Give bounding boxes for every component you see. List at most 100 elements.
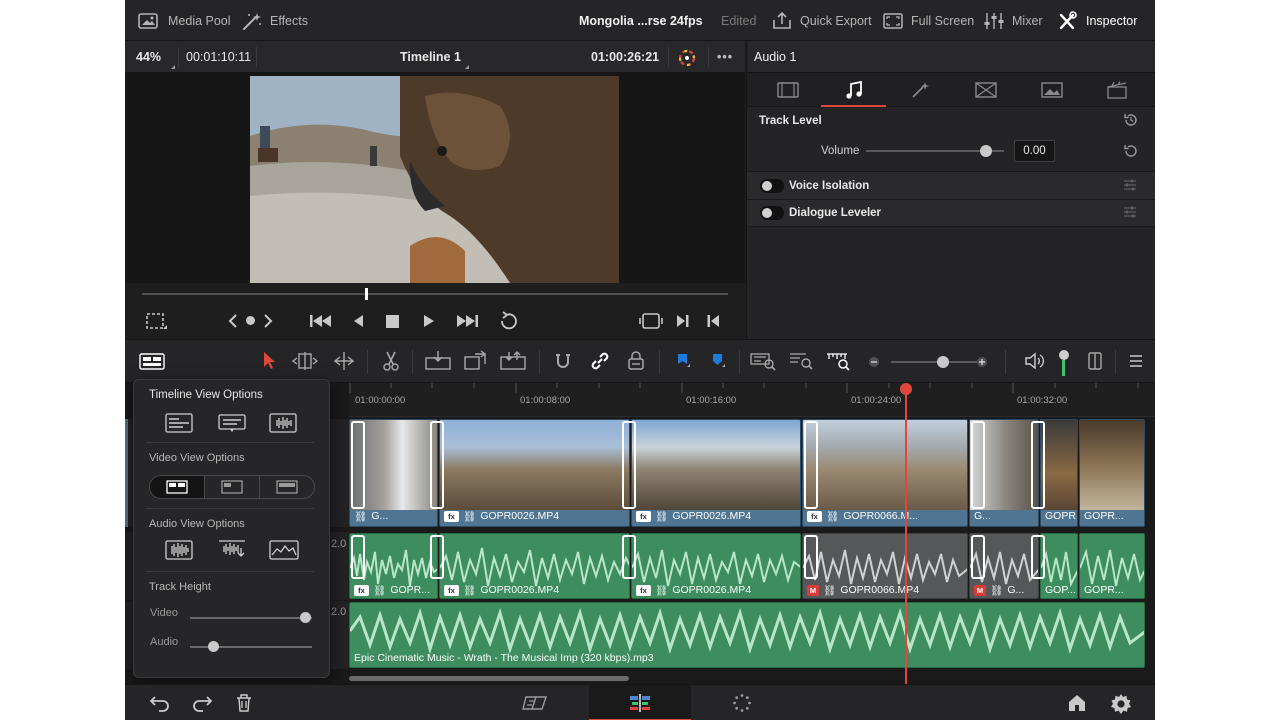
audio-clip[interactable]: GOPR...	[1079, 533, 1145, 599]
video-view-simple-option[interactable]	[260, 476, 314, 498]
audio-waveform-bottom-icon[interactable]	[217, 538, 247, 560]
zoom-level[interactable]: 44%	[136, 41, 161, 73]
file-tab[interactable]	[1085, 73, 1150, 107]
zoom-custom-icon[interactable]	[825, 350, 853, 372]
snapping-icon[interactable]	[553, 350, 573, 372]
settings-sliders-icon[interactable]	[1123, 178, 1137, 192]
transition-tab[interactable]	[953, 73, 1018, 107]
settings-sliders-icon[interactable]	[1123, 205, 1137, 219]
trim-icon[interactable]	[291, 350, 319, 372]
previous-edit-icon[interactable]	[705, 312, 721, 330]
effects-button[interactable]: Effects	[241, 0, 308, 41]
audio-clip[interactable]: fx ⛓ GOPR0026.MP4	[631, 533, 801, 599]
previous-frame-icon[interactable]	[226, 312, 240, 330]
stacked-timelines-icon[interactable]	[165, 413, 193, 433]
timeline-zoom-knob[interactable]	[936, 356, 949, 368]
marker-icon[interactable]	[710, 350, 726, 372]
next-frame-icon[interactable]	[261, 312, 275, 330]
insert-clip-icon[interactable]	[424, 350, 452, 372]
color-wheel-icon[interactable]	[677, 48, 697, 68]
speaker-icon[interactable]	[1024, 350, 1044, 372]
trim-handle[interactable]	[804, 421, 818, 509]
timeline-view-options-icon[interactable]	[139, 352, 165, 372]
cut-page-icon[interactable]	[522, 693, 550, 713]
trim-handle[interactable]	[351, 535, 365, 579]
trim-handle[interactable]	[351, 421, 365, 509]
video-clip[interactable]: fx ⛓ GOPR0066.M...	[802, 419, 968, 527]
audio-clip[interactable]: fx ⛓ GOPR0026.MP4	[439, 533, 630, 599]
media-pool-button[interactable]: Media Pool	[137, 0, 231, 41]
quick-export-button[interactable]: Quick Export	[771, 0, 872, 41]
replace-clip-icon[interactable]	[499, 350, 527, 372]
horizontal-scrollbar[interactable]	[349, 676, 629, 681]
video-view-filmstrip-option[interactable]	[150, 476, 205, 498]
reset-icon[interactable]	[1123, 143, 1139, 159]
video-clip[interactable]: fx ⛓ GOPR0026.MP4	[439, 419, 630, 527]
home-icon[interactable]	[1067, 693, 1087, 713]
audio-waveform-full-icon[interactable]	[165, 540, 193, 560]
match-frame-icon[interactable]	[639, 311, 663, 331]
go-to-end-icon[interactable]	[454, 312, 480, 330]
zoom-in-icon[interactable]	[976, 356, 988, 368]
split-view-icon[interactable]	[1087, 350, 1103, 372]
stop-icon[interactable]	[386, 315, 399, 328]
razor-icon[interactable]	[381, 350, 401, 372]
zoom-full-icon[interactable]	[749, 350, 777, 372]
audio-waveform-view-icon[interactable]	[269, 413, 297, 433]
trim-handle[interactable]	[430, 535, 444, 579]
settings-gear-icon[interactable]	[1110, 693, 1132, 715]
audio-clip[interactable]: M ⛓ GOPR0066.MP4	[802, 533, 968, 599]
inspector-button[interactable]: Inspector	[1057, 0, 1137, 41]
video-clip[interactable]: GOPR...	[1079, 419, 1145, 527]
next-edit-icon[interactable]	[675, 312, 691, 330]
audio-level-knob[interactable]	[1059, 350, 1069, 360]
music-clip[interactable]: Epic Cinematic Music - Wrath - The Music…	[349, 602, 1145, 668]
redo-icon[interactable]	[191, 693, 213, 713]
image-tab[interactable]	[1019, 73, 1084, 107]
lock-icon[interactable]	[627, 350, 645, 372]
volume-slider-knob[interactable]	[980, 145, 993, 157]
zoom-detail-icon[interactable]	[788, 350, 816, 372]
fairlight-page-icon[interactable]	[732, 693, 752, 713]
menu-icon[interactable]	[1128, 350, 1144, 372]
edit-page-tab[interactable]	[589, 685, 691, 720]
video-view-thumbnail-option[interactable]	[205, 476, 260, 498]
subtitle-tracks-icon[interactable]	[217, 413, 247, 433]
flag-icon[interactable]	[675, 350, 691, 372]
audio-tab[interactable]	[821, 73, 886, 107]
zoom-out-icon[interactable]	[868, 356, 880, 368]
trim-handle[interactable]	[622, 535, 636, 579]
trim-handle[interactable]	[430, 421, 444, 509]
selection-pointer-icon[interactable]	[261, 350, 277, 372]
audio-waveform-envelope-icon[interactable]	[269, 540, 299, 560]
timecode-ruler[interactable]: 01:00:00:00 01:00:08:00 01:00:16:00 01:0…	[349, 383, 1155, 417]
trim-handle[interactable]	[804, 535, 818, 579]
timeline-playhead[interactable]	[905, 383, 907, 684]
video-height-slider[interactable]	[190, 617, 312, 619]
dialogue-leveler-toggle[interactable]	[760, 206, 784, 220]
overwrite-clip-icon[interactable]	[463, 350, 489, 372]
reset-icon[interactable]	[1123, 112, 1139, 128]
viewer-scrubber-track[interactable]	[142, 293, 728, 295]
trim-handle[interactable]	[971, 421, 985, 509]
nudge-dot-icon[interactable]	[246, 316, 255, 325]
full-screen-button[interactable]: Full Screen	[882, 0, 974, 41]
volume-input[interactable]: 0.00	[1014, 140, 1055, 162]
voice-isolation-toggle[interactable]	[760, 179, 784, 193]
trim-handle[interactable]	[1031, 421, 1045, 509]
trim-handle[interactable]	[622, 421, 636, 509]
link-icon[interactable]	[589, 350, 611, 372]
dynamic-trim-icon[interactable]	[330, 350, 358, 372]
audio-clip[interactable]: GOP...	[1040, 533, 1078, 599]
timeline-zoom-slider[interactable]	[891, 361, 977, 363]
undo-icon[interactable]	[149, 693, 171, 713]
audio-height-knob[interactable]	[207, 641, 219, 652]
playhead-handle[interactable]	[900, 383, 912, 395]
go-to-start-icon[interactable]	[308, 312, 334, 330]
play-icon[interactable]	[422, 312, 436, 330]
playhead-marker[interactable]	[364, 288, 368, 300]
trim-handle[interactable]	[971, 535, 985, 579]
video-tab[interactable]	[755, 73, 820, 107]
play-reverse-icon[interactable]	[351, 312, 365, 330]
trim-handle[interactable]	[1031, 535, 1045, 579]
